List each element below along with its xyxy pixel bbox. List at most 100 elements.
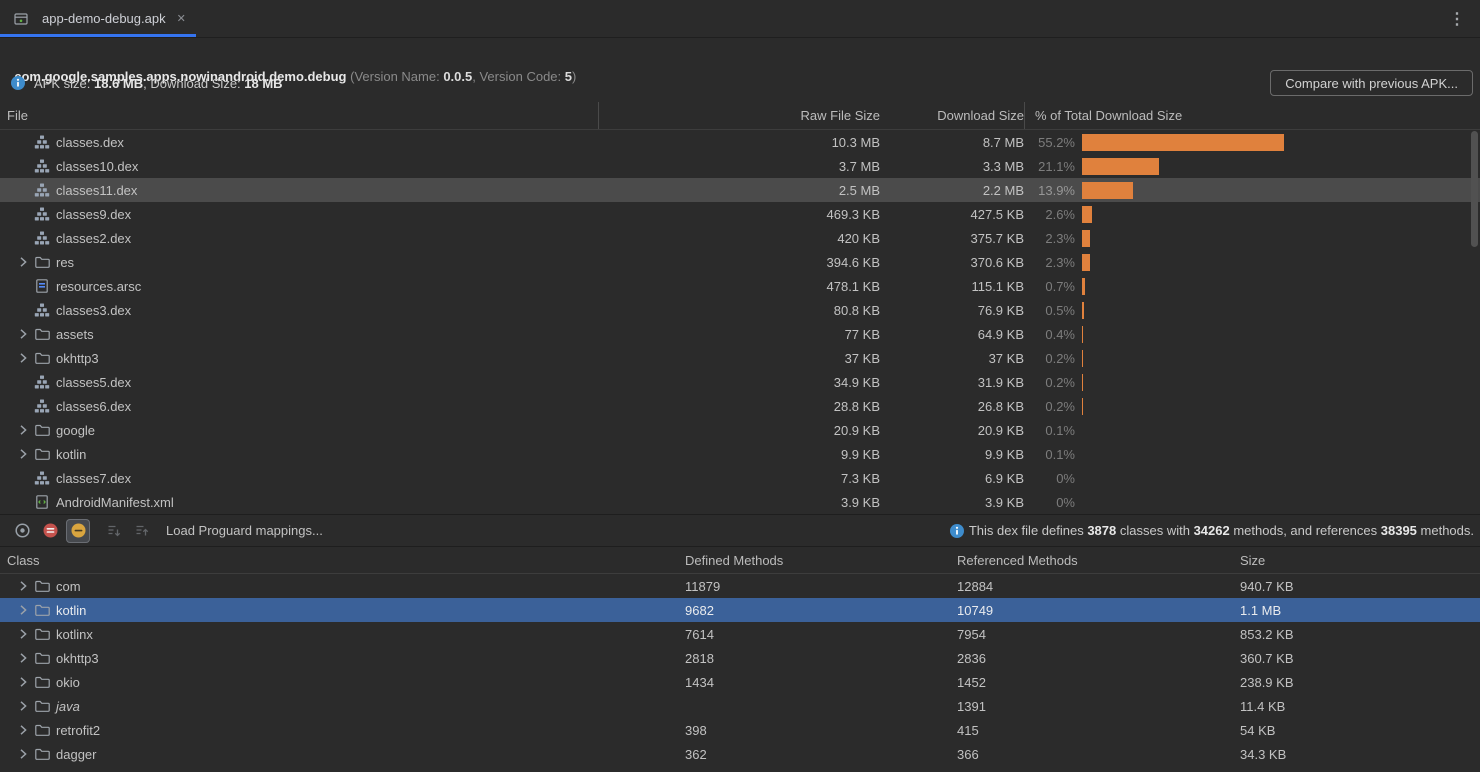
file-name: google (56, 423, 95, 438)
class-table-row[interactable]: retrofit2 398 415 54 KB (0, 718, 1480, 742)
column-header-file[interactable]: File (0, 102, 598, 129)
raw-file-size: 10.3 MB (598, 135, 880, 150)
editor-tab-bar: app-demo-debug.apk ✕ ⋮ (0, 0, 1480, 38)
download-size: 3.3 MB (880, 159, 1024, 174)
download-size: 370.6 KB (880, 255, 1024, 270)
chevron-right-icon[interactable] (15, 326, 34, 342)
file-table-row[interactable]: classes3.dex 80.8 KB 76.9 KB 0.5% (0, 298, 1480, 322)
class-table-row[interactable]: kotlin 9682 10749 1.1 MB (0, 598, 1480, 622)
dex-icon (34, 302, 50, 318)
folder-icon (34, 446, 50, 462)
raw-file-size: 77 KB (598, 327, 880, 342)
column-header-download-size[interactable]: Download Size (880, 102, 1024, 129)
raw-file-size: 80.8 KB (598, 303, 880, 318)
file-table-row[interactable]: okhttp3 37 KB 37 KB 0.2% (0, 346, 1480, 370)
column-header-referenced-methods[interactable]: Referenced Methods (957, 553, 1240, 568)
referenced-methods: 1452 (957, 675, 1240, 690)
raw-file-size: 478.1 KB (598, 279, 880, 294)
download-size-bar (1082, 182, 1133, 199)
class-table-row[interactable]: okio 1434 1452 238.9 KB (0, 670, 1480, 694)
file-table-row[interactable]: classes6.dex 28.8 KB 26.8 KB 0.2% (0, 394, 1480, 418)
class-name: okhttp3 (56, 651, 99, 666)
file-table-row[interactable]: classes9.dex 469.3 KB 427.5 KB 2.6% (0, 202, 1480, 226)
vertical-scrollbar[interactable] (1471, 131, 1478, 247)
download-size: 26.8 KB (880, 399, 1024, 414)
chevron-right-icon[interactable] (15, 254, 34, 270)
show-removed-nodes-filter-icon[interactable] (38, 519, 62, 543)
class-name: kotlin (56, 603, 86, 618)
class-name: dagger (56, 747, 96, 762)
chevron-right-icon[interactable] (15, 578, 34, 594)
download-size: 37 KB (880, 351, 1024, 366)
show-fields-filter-icon[interactable] (10, 519, 34, 543)
close-icon[interactable]: ✕ (177, 12, 186, 25)
chevron-right-icon[interactable] (15, 674, 34, 690)
chevron-right-icon[interactable] (15, 470, 34, 486)
file-table-row[interactable]: AndroidManifest.xml 3.9 KB 3.9 KB 0% (0, 490, 1480, 514)
download-size-bar (1082, 350, 1083, 367)
class-table-row[interactable]: dagger 362 366 34.3 KB (0, 742, 1480, 766)
chevron-right-icon[interactable] (15, 602, 34, 618)
raw-file-size: 420 KB (598, 231, 880, 246)
file-table-row[interactable]: res 394.6 KB 370.6 KB 2.3% (0, 250, 1480, 274)
chevron-right-icon[interactable] (15, 746, 34, 762)
class-table-row[interactable]: com 11879 12884 940.7 KB (0, 574, 1480, 598)
class-size: 238.9 KB (1240, 675, 1480, 690)
chevron-right-icon[interactable] (15, 278, 34, 294)
class-size: 853.2 KB (1240, 627, 1480, 642)
class-table-body: com 11879 12884 940.7 KB kotlin 9682 107… (0, 574, 1480, 766)
file-table-row[interactable]: classes11.dex 2.5 MB 2.2 MB 13.9% (0, 178, 1480, 202)
tab-apk-analyzer[interactable]: app-demo-debug.apk ✕ (0, 0, 196, 37)
class-table-row[interactable]: java 1391 11.4 KB (0, 694, 1480, 718)
chevron-right-icon[interactable] (15, 374, 34, 390)
collapse-all-icon[interactable] (130, 519, 154, 543)
column-header-size[interactable]: Size (1240, 553, 1480, 568)
referenced-methods: 12884 (957, 579, 1240, 594)
file-table-row[interactable]: classes5.dex 34.9 KB 31.9 KB 0.2% (0, 370, 1480, 394)
file-table-row[interactable]: classes.dex 10.3 MB 8.7 MB 55.2% (0, 130, 1480, 154)
chevron-right-icon[interactable] (15, 698, 34, 714)
apk-file-icon (13, 11, 29, 27)
chevron-right-icon[interactable] (15, 446, 34, 462)
show-referenced-nodes-filter-icon[interactable] (66, 519, 90, 543)
file-table-row[interactable]: assets 77 KB 64.9 KB 0.4% (0, 322, 1480, 346)
chevron-right-icon[interactable] (15, 626, 34, 642)
chevron-right-icon[interactable] (15, 182, 34, 198)
tab-title: app-demo-debug.apk (42, 11, 166, 26)
chevron-right-icon[interactable] (15, 398, 34, 414)
compare-apk-button[interactable]: Compare with previous APK... (1270, 70, 1473, 96)
download-size: 2.2 MB (880, 183, 1024, 198)
chevron-right-icon[interactable] (15, 494, 34, 510)
column-header-defined-methods[interactable]: Defined Methods (685, 553, 957, 568)
chevron-right-icon[interactable] (15, 230, 34, 246)
chevron-right-icon[interactable] (15, 302, 34, 318)
class-table-row[interactable]: okhttp3 2818 2836 360.7 KB (0, 646, 1480, 670)
file-table-row[interactable]: kotlin 9.9 KB 9.9 KB 0.1% (0, 442, 1480, 466)
class-table-header: Class Defined Methods Referenced Methods… (0, 546, 1480, 574)
overflow-menu-icon[interactable]: ⋮ (1434, 9, 1480, 29)
file-table-row[interactable]: classes10.dex 3.7 MB 3.3 MB 21.1% (0, 154, 1480, 178)
column-header-raw-file-size[interactable]: Raw File Size (598, 102, 880, 129)
download-size-bar (1082, 326, 1083, 343)
file-table-row[interactable]: resources.arsc 478.1 KB 115.1 KB 0.7% (0, 274, 1480, 298)
load-proguard-mappings-button[interactable]: Load Proguard mappings... (166, 523, 323, 538)
file-table-row[interactable]: classes7.dex 7.3 KB 6.9 KB 0% (0, 466, 1480, 490)
class-table-row[interactable]: kotlinx 7614 7954 853.2 KB (0, 622, 1480, 646)
download-percent: 13.9% (1024, 183, 1082, 198)
chevron-right-icon[interactable] (15, 350, 34, 366)
dex-viewer-toolbar: Load Proguard mappings... This dex file … (0, 514, 1480, 546)
chevron-right-icon[interactable] (15, 722, 34, 738)
column-header-class[interactable]: Class (0, 553, 685, 568)
chevron-right-icon[interactable] (15, 422, 34, 438)
chevron-right-icon[interactable] (15, 158, 34, 174)
referenced-methods: 366 (957, 747, 1240, 762)
chevron-right-icon[interactable] (15, 134, 34, 150)
expand-all-icon[interactable] (102, 519, 126, 543)
chevron-right-icon[interactable] (15, 650, 34, 666)
file-table-row[interactable]: classes2.dex 420 KB 375.7 KB 2.3% (0, 226, 1480, 250)
download-size-bar (1082, 254, 1090, 271)
file-table-row[interactable]: google 20.9 KB 20.9 KB 0.1% (0, 418, 1480, 442)
package-header: com.google.samples.apps.nowinandroid.dem… (0, 38, 1480, 64)
chevron-right-icon[interactable] (15, 206, 34, 222)
column-header-percent-of-total[interactable]: % of Total Download Size (1024, 102, 1480, 129)
